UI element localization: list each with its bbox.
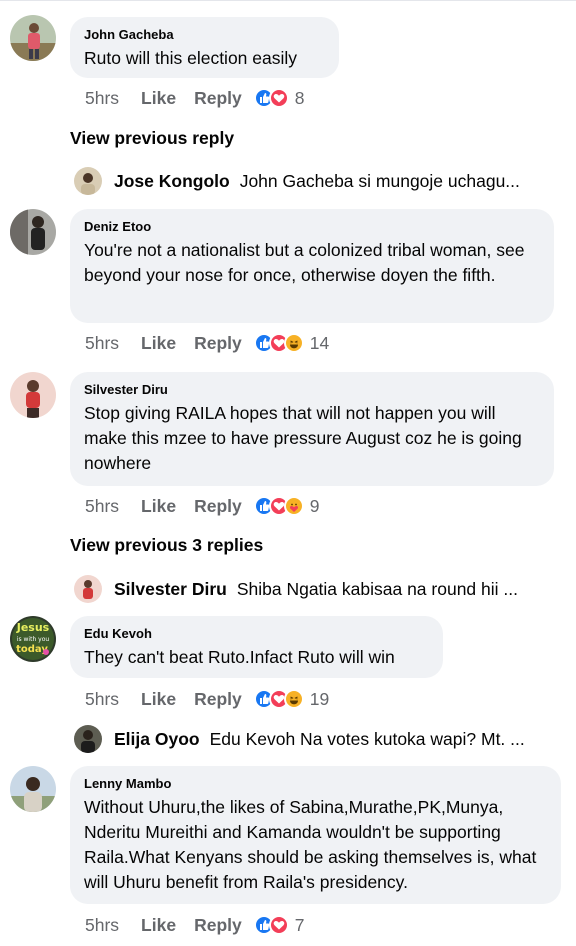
timestamp[interactable]: 5hrs bbox=[85, 915, 119, 936]
comment-text: Stop giving RAILA hopes that will not ha… bbox=[84, 403, 522, 473]
comment-text: Ruto will this election easily bbox=[84, 48, 298, 68]
reply-button[interactable]: Reply bbox=[194, 915, 242, 936]
like-button[interactable]: Like bbox=[141, 333, 176, 354]
comment-bubble: Edu Kevoh They can't beat Ruto.Infact Ru… bbox=[70, 616, 443, 678]
reaction-count[interactable]: 8 bbox=[295, 88, 305, 109]
comment-author[interactable]: Lenny Mambo bbox=[84, 776, 547, 792]
timestamp[interactable]: 5hrs bbox=[85, 689, 119, 710]
comment-bubble: Silvester Diru Stop giving RAILA hopes t… bbox=[70, 372, 554, 486]
like-button[interactable]: Like bbox=[141, 88, 176, 109]
reactions-summary[interactable] bbox=[253, 88, 289, 108]
avatar[interactable]: Jesus is with you today bbox=[10, 616, 56, 662]
reply-author[interactable]: Elija Oyoo bbox=[114, 729, 200, 750]
reply-button[interactable]: Reply bbox=[194, 88, 242, 109]
reply-button[interactable]: Reply bbox=[194, 496, 242, 517]
reply-author[interactable]: Jose Kongolo bbox=[114, 171, 230, 192]
reply-button[interactable]: Reply bbox=[194, 333, 242, 354]
reply-text: Edu Kevoh Na votes kutoka wapi? Mt. ... bbox=[209, 728, 525, 749]
avatar[interactable] bbox=[10, 15, 56, 61]
comment-actions: 5hrs Like Reply 7 bbox=[85, 913, 304, 937]
comment-author[interactable]: Deniz Etoo bbox=[84, 219, 540, 235]
comment-text: They can't beat Ruto.Infact Ruto will wi… bbox=[84, 647, 395, 667]
haha-reaction-icon bbox=[283, 333, 304, 353]
avatar-badge-text: Jesus bbox=[16, 621, 50, 634]
comment-text: Without Uhuru,the likes of Sabina,Murath… bbox=[84, 797, 537, 892]
care-reaction-icon bbox=[283, 496, 304, 516]
comment-bubble: Deniz Etoo You're not a nationalist but … bbox=[70, 209, 554, 323]
comment-actions: 5hrs Like Reply 9 bbox=[85, 494, 319, 518]
avatar[interactable] bbox=[10, 372, 56, 418]
avatar[interactable] bbox=[10, 209, 56, 255]
like-button[interactable]: Like bbox=[141, 496, 176, 517]
comment-actions: 5hrs Like Reply 14 bbox=[85, 331, 329, 355]
comment-text: You're not a nationalist but a colonized… bbox=[84, 240, 525, 285]
view-previous-replies-link[interactable]: View previous 3 replies bbox=[70, 535, 263, 556]
timestamp[interactable]: 5hrs bbox=[85, 496, 119, 517]
avatar[interactable] bbox=[74, 575, 102, 603]
love-reaction-icon bbox=[268, 915, 289, 935]
comment-bubble: Lenny Mambo Without Uhuru,the likes of S… bbox=[70, 766, 561, 904]
comment-author[interactable]: Edu Kevoh bbox=[84, 626, 429, 642]
reply-author[interactable]: Silvester Diru bbox=[114, 579, 227, 600]
avatar-badge-text: is with you bbox=[17, 636, 50, 643]
reply-text: Shiba Ngatia kabisaa na round hii ... bbox=[236, 578, 518, 599]
timestamp[interactable]: 5hrs bbox=[85, 333, 119, 354]
reply-preview[interactable]: Elija Oyoo Edu Kevoh Na votes kutoka wap… bbox=[74, 725, 525, 753]
reply-text: John Gacheba si mungoje uchagu... bbox=[239, 170, 520, 191]
view-previous-reply-link[interactable]: View previous reply bbox=[70, 128, 234, 149]
reactions-summary[interactable] bbox=[253, 496, 304, 516]
comment-author[interactable]: Silvester Diru bbox=[84, 382, 540, 398]
reply-button[interactable]: Reply bbox=[194, 689, 242, 710]
reaction-count[interactable]: 19 bbox=[310, 689, 329, 710]
comment-actions: 5hrs Like Reply 8 bbox=[85, 86, 304, 110]
comment-actions: 5hrs Like Reply 19 bbox=[85, 687, 329, 711]
timestamp[interactable]: 5hrs bbox=[85, 88, 119, 109]
reply-preview[interactable]: Jose Kongolo John Gacheba si mungoje uch… bbox=[74, 167, 520, 195]
comment-bubble: John Gacheba Ruto will this election eas… bbox=[70, 17, 339, 78]
comment-author[interactable]: John Gacheba bbox=[84, 27, 325, 43]
avatar[interactable] bbox=[74, 725, 102, 753]
reply-preview[interactable]: Silvester Diru Shiba Ngatia kabisaa na r… bbox=[74, 575, 518, 603]
love-reaction-icon bbox=[268, 88, 289, 108]
reactions-summary[interactable] bbox=[253, 689, 304, 709]
like-button[interactable]: Like bbox=[141, 915, 176, 936]
reactions-summary[interactable] bbox=[253, 915, 289, 935]
avatar[interactable] bbox=[74, 167, 102, 195]
reactions-summary[interactable] bbox=[253, 333, 304, 353]
avatar[interactable] bbox=[10, 766, 56, 812]
reaction-count[interactable]: 14 bbox=[310, 333, 329, 354]
reaction-count[interactable]: 9 bbox=[310, 496, 320, 517]
top-divider bbox=[0, 0, 576, 1]
like-button[interactable]: Like bbox=[141, 689, 176, 710]
haha-reaction-icon bbox=[283, 689, 304, 709]
reaction-count[interactable]: 7 bbox=[295, 915, 305, 936]
